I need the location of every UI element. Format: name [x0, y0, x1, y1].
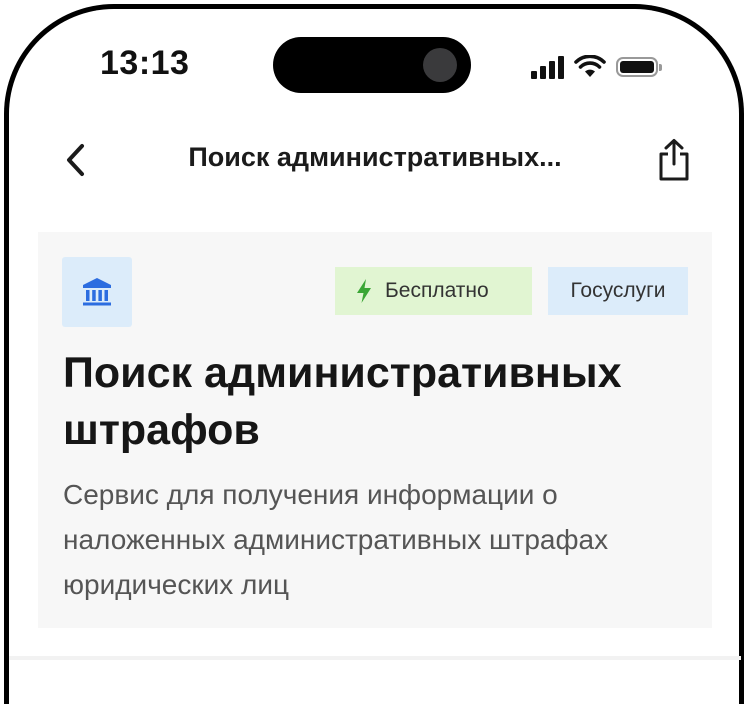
- battery-icon: [616, 57, 662, 77]
- share-button[interactable]: [652, 136, 696, 184]
- free-badge-label: Бесплатно: [385, 279, 489, 302]
- status-icons: [531, 52, 662, 82]
- free-badge: Бесплатно: [335, 267, 532, 315]
- divider: [9, 656, 741, 660]
- service-title: Поиск административных штрафов: [63, 349, 622, 454]
- gosuslugi-badge-label: Госуслуги: [570, 279, 666, 302]
- status-time: 13:13: [100, 44, 190, 82]
- service-card: Бесплатно Госуслуги Поиск административн…: [38, 232, 712, 628]
- service-description: Сервис для получения информации о наложе…: [63, 479, 609, 600]
- cellular-signal-icon: [531, 55, 564, 79]
- share-icon: [659, 139, 689, 181]
- dynamic-island: [273, 37, 471, 93]
- lightning-icon: [357, 279, 371, 303]
- back-button[interactable]: [58, 140, 92, 180]
- government-building-icon: [83, 278, 111, 306]
- page-title: Поиск административных...: [188, 142, 562, 172]
- wifi-icon: [574, 55, 606, 77]
- gosuslugi-badge: Госуслуги: [548, 267, 688, 315]
- org-icon-tile: [62, 257, 132, 327]
- chevron-left-icon: [67, 144, 84, 176]
- camera-icon: [423, 48, 457, 82]
